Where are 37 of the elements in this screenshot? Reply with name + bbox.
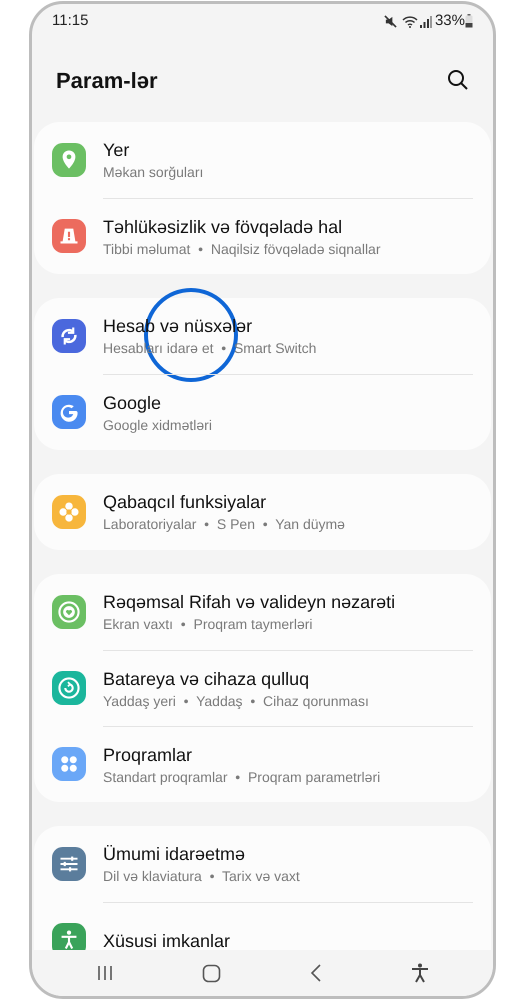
- page-title: Param-lər: [56, 66, 158, 94]
- item-subtitle: Ekran vaxtı • Proqram taymerləri: [103, 615, 313, 634]
- settings-item[interactable]: Qabaqcıl funksiyalar Laboratoriyalar • S Pen • Yan düymə: [52, 474, 473, 550]
- item-title: Yer: [103, 139, 130, 162]
- item-subtitle: Yaddaş yeri • Yaddaş • Cihaz qorunması: [103, 692, 369, 710]
- home-icon[interactable]: [202, 964, 221, 982]
- recents-icon[interactable]: [96, 964, 114, 982]
- settings-item[interactable]: Rəqəmsal Rifah və valideyn nəzarəti Ekran vaxtı • Proqram taymerləri: [52, 574, 473, 650]
- item-title: Qabaqcıl funksiyalar: [103, 491, 266, 514]
- item-title: Təhlükəsizlik və fövqəladə hal: [103, 216, 342, 238]
- item-subtitle: Dil və klaviatura • Tarix və vaxt: [103, 867, 300, 886]
- settings-item[interactable]: Təhlükəsizlik və fövqəladə hal Tibbi məlumat • Naqilsiz fövqəladə siqnallar: [52, 198, 473, 274]
- mute-icon: [384, 14, 397, 28]
- item-title: Xüsusi imkanlar: [103, 930, 230, 950]
- battery-percent: 33%: [434, 10, 465, 31]
- item-subtitle: Tibbi məlumat • Naqilsiz fövqəladə siqnallar: [103, 240, 381, 258]
- item-subtitle: Məkan sorğuları: [103, 163, 204, 182]
- settings-item[interactable]: Google Google xidmətləri: [52, 374, 473, 450]
- back-icon[interactable]: [309, 964, 323, 982]
- settings-item[interactable]: Proqramlar Standart proqramlar • Proqram parametrləri: [52, 726, 473, 802]
- item-subtitle: Google xidmətləri: [103, 416, 212, 434]
- settings-item[interactable]: Yer Məkan sorğuları: [52, 122, 473, 198]
- wifi-icon: [402, 14, 418, 28]
- settings-item[interactable]: Ümumi idarəetmə Dil və klaviatura • Tarix və vaxt: [52, 826, 473, 902]
- accessibility-icon[interactable]: [411, 963, 429, 983]
- signal-icon: [420, 14, 432, 28]
- status-time: 11:15: [52, 10, 88, 31]
- item-subtitle: Laboratoriyalar • S Pen • Yan düymə: [103, 515, 345, 534]
- item-subtitle: Standart proqramlar • Proqram parametrləri: [103, 768, 380, 786]
- battery-icon: [465, 14, 473, 28]
- item-title: Batareya və cihaza qulluq: [103, 668, 310, 690]
- item-title: Proqramlar: [103, 744, 192, 766]
- item-title: Rəqəmsal Rifah və valideyn nəzarəti: [103, 591, 396, 614]
- settings-item[interactable]: Batareya və cihaza qulluq Yaddaş yeri • Yaddaş • Cihaz qorunması: [52, 650, 473, 726]
- item-title: Ümumi idarəetmə: [103, 843, 246, 866]
- item-title: Google: [103, 392, 162, 414]
- search-icon[interactable]: [447, 69, 469, 91]
